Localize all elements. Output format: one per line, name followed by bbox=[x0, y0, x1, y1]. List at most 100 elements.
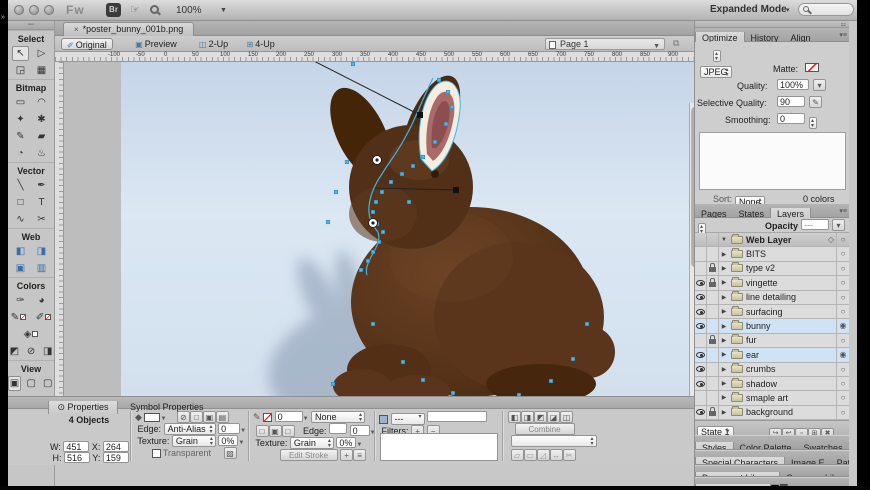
selective-quality-field[interactable]: 90 bbox=[777, 96, 805, 107]
stroke-color-well[interactable]: ✎ bbox=[8, 310, 29, 325]
path-point[interactable] bbox=[381, 230, 385, 234]
arrange-button-0[interactable]: ▱ bbox=[511, 449, 524, 461]
expand-arrow[interactable]: ▶ bbox=[719, 279, 729, 286]
layer-select-radio[interactable]: ○ bbox=[836, 233, 849, 246]
eye-toggle[interactable] bbox=[695, 377, 707, 390]
default-colors[interactable]: ◩ bbox=[8, 344, 21, 359]
layer-select-radio[interactable]: ○ bbox=[836, 406, 849, 419]
stroke-color-chip[interactable] bbox=[263, 413, 272, 422]
tools-panel-grip[interactable]: ▪▪▪ bbox=[8, 21, 54, 30]
expand-arrow[interactable]: ▶ bbox=[719, 337, 729, 344]
eye-toggle[interactable] bbox=[695, 406, 707, 419]
eye-toggle[interactable] bbox=[695, 233, 707, 246]
blend-chip[interactable] bbox=[379, 415, 388, 424]
quality-slider-button[interactable]: ▾ bbox=[813, 79, 826, 91]
tab-styles[interactable]: Styles bbox=[695, 442, 734, 450]
bridge-button[interactable]: Br bbox=[106, 3, 121, 17]
eraser-tool[interactable]: ▰ bbox=[33, 129, 50, 144]
no-color[interactable]: ⊘ bbox=[25, 344, 38, 359]
fill-options[interactable]: ◈ bbox=[20, 327, 42, 342]
path-point[interactable] bbox=[389, 180, 393, 184]
crop-tool[interactable]: ▦ bbox=[33, 63, 50, 78]
line-tool[interactable]: ╲ bbox=[12, 178, 29, 193]
fill-texture-amount[interactable]: 0% bbox=[218, 435, 238, 446]
selective-quality-edit-button[interactable]: ✎ bbox=[809, 96, 822, 108]
quality-field[interactable]: 100% bbox=[777, 79, 809, 90]
combine-path-button-1[interactable]: ◨ bbox=[521, 411, 534, 423]
layer-row-crumbs[interactable]: ▶crumbs○ bbox=[695, 363, 849, 377]
stroke-shape-button-2[interactable]: □ bbox=[282, 425, 295, 437]
search-input[interactable] bbox=[798, 3, 854, 16]
path-point[interactable] bbox=[374, 200, 378, 204]
full-screen-menu-mode[interactable]: ▢ bbox=[25, 376, 37, 391]
layer-select-radio[interactable]: ○ bbox=[836, 291, 849, 304]
pencil-tool[interactable]: ✎ bbox=[12, 129, 29, 144]
combine-button[interactable]: Combine bbox=[515, 423, 575, 435]
x-field[interactable]: 264 bbox=[103, 441, 129, 452]
tab-path[interactable]: Path bbox=[831, 457, 849, 465]
layer-row-line-detailing[interactable]: ▶line detailing○ bbox=[695, 291, 849, 305]
combine-path-button-2[interactable]: ◩ bbox=[534, 411, 547, 423]
path-point[interactable] bbox=[371, 250, 375, 254]
text-tool[interactable]: T bbox=[33, 195, 50, 210]
layer-row-type-v2[interactable]: ▶type v2○ bbox=[695, 262, 849, 276]
path-point[interactable] bbox=[380, 190, 384, 194]
eye-toggle[interactable] bbox=[695, 262, 707, 275]
path-point[interactable] bbox=[549, 379, 553, 383]
layer-select-radio[interactable]: ○ bbox=[836, 391, 849, 404]
pen-tool[interactable]: ✒ bbox=[33, 178, 50, 193]
edit-stroke-button[interactable]: Edit Stroke bbox=[280, 449, 338, 461]
lock-toggle[interactable] bbox=[707, 348, 719, 361]
arrange-button-2[interactable]: ◿ bbox=[537, 449, 550, 461]
layer-row-ear[interactable]: ▶ear◉ bbox=[695, 348, 849, 362]
path-point[interactable] bbox=[437, 78, 441, 82]
lasso-tool[interactable]: ◠ bbox=[33, 95, 50, 110]
document-tab[interactable]: ×*poster_bunny_001b.png bbox=[63, 22, 194, 36]
path-point[interactable] bbox=[371, 210, 375, 214]
view-4-up[interactable]: ⊞4-Up bbox=[242, 38, 280, 50]
path-point[interactable] bbox=[585, 322, 589, 326]
path-point[interactable] bbox=[366, 259, 370, 263]
page-options-icon[interactable]: ⧉ bbox=[673, 38, 679, 49]
polygon-hotspot-tool[interactable]: ◨ bbox=[33, 244, 50, 259]
combine-path-button-0[interactable]: ◧ bbox=[508, 411, 521, 423]
mode-dropdown-arrow[interactable]: ▾ bbox=[786, 6, 790, 14]
layer-select-radio[interactable]: ○ bbox=[836, 377, 849, 390]
tab-color-palette[interactable]: Color Palette bbox=[734, 442, 798, 450]
stroke-texture-amount[interactable]: 0% bbox=[336, 437, 356, 448]
blend-mode-combo[interactable]: ---▾ bbox=[391, 413, 425, 425]
layer-row-fur[interactable]: ▶fur○ bbox=[695, 334, 849, 348]
layers-menu-icon[interactable]: ▾≡ bbox=[839, 207, 847, 215]
fill-color-well-chip[interactable] bbox=[45, 314, 51, 320]
lock-toggle[interactable] bbox=[707, 406, 719, 419]
lock-toggle[interactable] bbox=[707, 391, 719, 404]
matte-color-chip[interactable] bbox=[805, 63, 819, 72]
smoothing-field[interactable]: 0 bbox=[777, 113, 805, 124]
height-field[interactable]: 516 bbox=[64, 452, 90, 463]
zoom-level-control[interactable]: 100% bbox=[176, 5, 202, 16]
fill-texture-combo[interactable]: Grain▴▾ bbox=[172, 435, 216, 447]
stroke-add-button[interactable]: + bbox=[340, 449, 353, 461]
path-point[interactable] bbox=[345, 160, 349, 164]
stroke-shape-button-1[interactable]: ▣ bbox=[269, 425, 282, 437]
smoothing-stepper[interactable]: ▴▾ bbox=[809, 117, 817, 129]
path-point[interactable] bbox=[331, 382, 335, 386]
tab-image-e[interactable]: Image E bbox=[785, 457, 831, 465]
eye-toggle[interactable] bbox=[695, 319, 707, 332]
path-point[interactable] bbox=[326, 220, 330, 224]
slice-tool[interactable]: ▣ bbox=[12, 261, 29, 276]
path-point[interactable] bbox=[400, 172, 404, 176]
rubber-stamp-tool[interactable]: ♨ bbox=[33, 146, 50, 161]
freeform-tool[interactable]: ∿ bbox=[12, 212, 29, 227]
standard-screen-mode[interactable]: ▣ bbox=[8, 376, 21, 391]
panel-menu-icon[interactable]: ▾≡ bbox=[839, 31, 847, 39]
hotspot-tool[interactable]: ◧ bbox=[12, 244, 29, 259]
paint-bucket-tool[interactable]: ◕ bbox=[33, 293, 50, 308]
workspace-mode-selector[interactable]: Expanded Mode bbox=[710, 4, 787, 15]
stroke-category-combo[interactable]: None▴▾ bbox=[311, 411, 365, 423]
eye-toggle[interactable] bbox=[695, 363, 707, 376]
stroke-texture-combo[interactable]: Grain▴▾ bbox=[290, 437, 334, 449]
layer-row-surfacing[interactable]: ▶surfacing○ bbox=[695, 305, 849, 319]
path-point[interactable] bbox=[407, 200, 411, 204]
close-window-button[interactable] bbox=[14, 5, 24, 15]
